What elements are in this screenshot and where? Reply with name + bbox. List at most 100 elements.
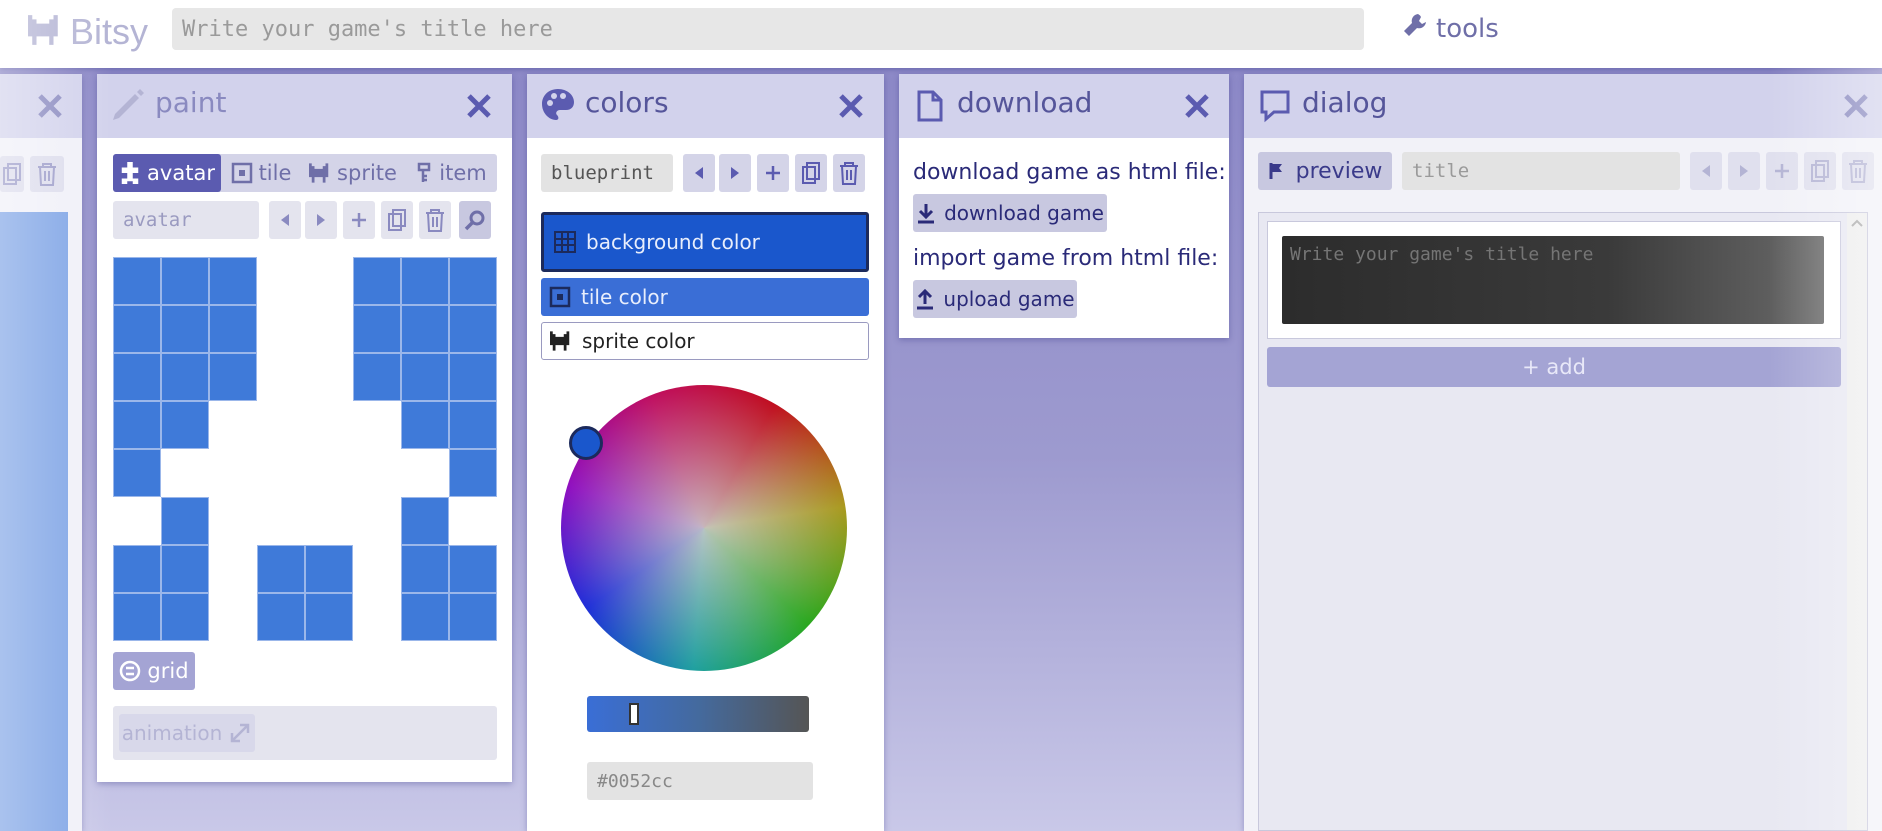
duplicate-palette-button[interactable] [795,154,827,192]
pixel-off[interactable] [353,545,401,593]
game-title-input[interactable] [172,8,1364,50]
close-icon[interactable] [1183,92,1211,120]
pixel-off[interactable] [257,401,305,449]
pixel-off[interactable] [257,305,305,353]
room-grid-partial[interactable] [0,212,68,831]
delete-button[interactable] [419,201,451,239]
color-wheel[interactable] [561,385,847,671]
dialog-name-input[interactable]: title [1402,152,1680,190]
pixel-off[interactable] [209,497,257,545]
pixel-on[interactable] [209,257,257,305]
tools-button[interactable]: tools [1402,12,1499,45]
pixel-off[interactable] [401,449,449,497]
brightness-slider[interactable] [587,696,809,732]
tab-item[interactable]: item [407,154,497,192]
pixel-on[interactable] [305,545,353,593]
pixel-off[interactable] [305,497,353,545]
add-dialog-button[interactable] [1766,152,1798,190]
pixel-off[interactable] [449,497,497,545]
tile-color-option[interactable]: tile color [541,278,869,316]
pixel-on[interactable] [209,305,257,353]
add-dialog-block-button[interactable]: + add [1267,347,1841,387]
duplicate-dialog-button[interactable] [1804,152,1836,190]
pixel-on[interactable] [113,305,161,353]
pixel-on[interactable] [353,257,401,305]
pixel-on[interactable] [401,305,449,353]
animation-toggle[interactable]: animation [119,714,255,752]
pixel-off[interactable] [209,545,257,593]
delete-button[interactable] [30,156,64,192]
pixel-off[interactable] [353,449,401,497]
next-button[interactable] [305,201,337,239]
pixel-on[interactable] [449,305,497,353]
close-icon[interactable] [1842,92,1870,120]
pixel-on[interactable] [113,593,161,641]
slider-thumb[interactable] [629,703,640,725]
pixel-on[interactable] [449,401,497,449]
pixel-on[interactable] [449,545,497,593]
paint-canvas[interactable] [113,257,497,641]
pixel-off[interactable] [353,593,401,641]
pixel-on[interactable] [161,545,209,593]
palette-name-input[interactable]: blueprint [541,154,673,192]
pixel-on[interactable] [257,545,305,593]
pixel-off[interactable] [257,449,305,497]
duplicate-button[interactable] [0,156,24,192]
color-wheel-handle[interactable] [569,426,603,460]
background-color-option[interactable]: background color [541,212,869,272]
pixel-off[interactable] [209,401,257,449]
pixel-on[interactable] [449,593,497,641]
delete-dialog-button[interactable] [1842,152,1874,190]
sprite-color-option[interactable]: sprite color [541,322,869,360]
delete-palette-button[interactable] [833,154,865,192]
pixel-on[interactable] [113,545,161,593]
pixel-on[interactable] [449,257,497,305]
pixel-on[interactable] [161,593,209,641]
dialog-text-area[interactable] [1282,236,1824,324]
pixel-on[interactable] [401,257,449,305]
pixel-on[interactable] [353,353,401,401]
tab-avatar[interactable]: avatar [113,154,221,192]
pixel-on[interactable] [401,497,449,545]
pixel-off[interactable] [305,305,353,353]
pixel-off[interactable] [353,401,401,449]
preview-button[interactable]: preview [1258,152,1392,190]
close-icon[interactable] [465,92,493,120]
pixel-on[interactable] [209,353,257,401]
prev-palette-button[interactable] [683,154,715,192]
tab-sprite[interactable]: sprite [301,154,405,192]
pixel-on[interactable] [305,593,353,641]
pixel-on[interactable] [113,401,161,449]
close-icon[interactable] [837,92,865,120]
drawing-name-input[interactable]: avatar [113,201,259,239]
pixel-on[interactable] [401,401,449,449]
pixel-off[interactable] [209,449,257,497]
pixel-off[interactable] [161,449,209,497]
pixel-on[interactable] [161,497,209,545]
prev-dialog-button[interactable] [1690,152,1722,190]
upload-game-button[interactable]: upload game [913,280,1077,318]
close-icon[interactable] [36,92,64,120]
pixel-off[interactable] [209,593,257,641]
pixel-on[interactable] [257,593,305,641]
pixel-off[interactable] [305,257,353,305]
pixel-on[interactable] [401,353,449,401]
grid-toggle[interactable]: grid [113,652,195,690]
hex-color-input[interactable]: #0052cc [587,762,813,800]
find-drawing-button[interactable] [459,201,491,239]
pixel-on[interactable] [113,449,161,497]
download-game-button[interactable]: download game [913,194,1107,232]
pixel-off[interactable] [257,497,305,545]
pixel-off[interactable] [305,353,353,401]
pixel-on[interactable] [449,353,497,401]
duplicate-button[interactable] [381,201,413,239]
pixel-off[interactable] [353,497,401,545]
pixel-on[interactable] [401,593,449,641]
add-palette-button[interactable] [757,154,789,192]
pixel-on[interactable] [161,305,209,353]
next-palette-button[interactable] [719,154,751,192]
pixel-on[interactable] [161,353,209,401]
pixel-off[interactable] [113,497,161,545]
pixel-on[interactable] [113,353,161,401]
pixel-on[interactable] [113,257,161,305]
